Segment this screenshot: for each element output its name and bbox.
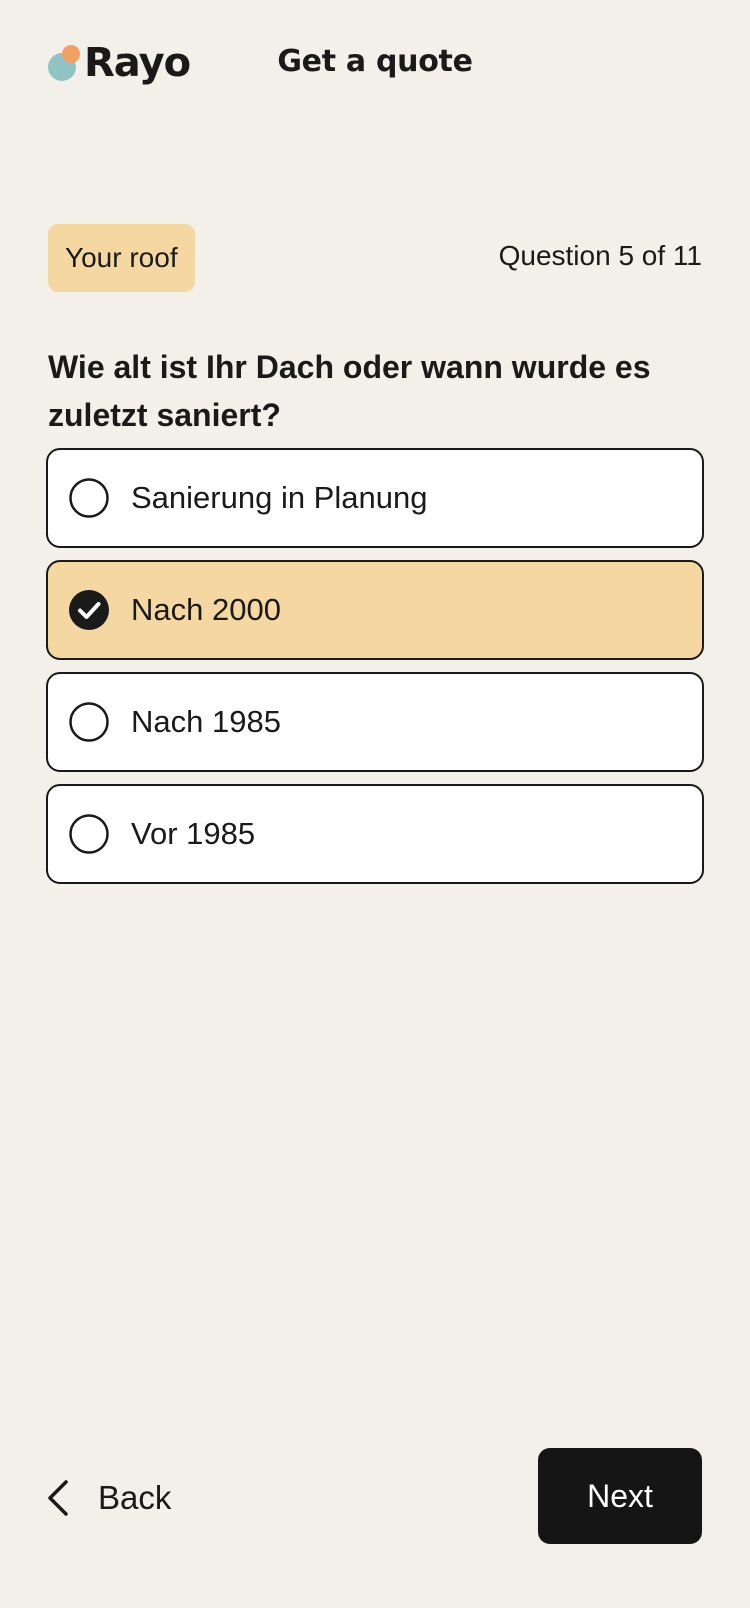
section-badge: Your roof [48, 224, 195, 292]
option-label: Sanierung in Planung [131, 480, 428, 515]
option-vor-1985[interactable]: Vor 1985 [46, 784, 704, 884]
answer-options: Sanierung in Planung Nach 2000 Nach 1985… [46, 448, 704, 896]
check-circle-icon [69, 590, 109, 630]
radio-empty-icon [69, 478, 109, 518]
page-title: Get a quote [277, 44, 473, 79]
back-label: Back [98, 1479, 172, 1516]
next-button[interactable]: Next [538, 1448, 702, 1544]
question-counter: Question 5 of 11 [498, 240, 702, 271]
option-label: Vor 1985 [131, 816, 256, 851]
option-nach-2000[interactable]: Nach 2000 [46, 560, 704, 660]
back-button[interactable]: Back [44, 1468, 171, 1528]
option-label: Nach 1985 [131, 704, 281, 739]
option-label: Nach 2000 [131, 592, 281, 627]
radio-empty-icon [69, 702, 109, 742]
chevron-left-icon [48, 1480, 68, 1516]
question-title: Wie alt ist Ihr Dach oder wann wurde es … [48, 349, 651, 434]
app-header: Rayo Get a quote [0, 0, 750, 130]
option-sanierung-in-planung[interactable]: Sanierung in Planung [46, 448, 704, 548]
option-nach-1985[interactable]: Nach 1985 [46, 672, 704, 772]
radio-empty-icon [69, 814, 109, 854]
